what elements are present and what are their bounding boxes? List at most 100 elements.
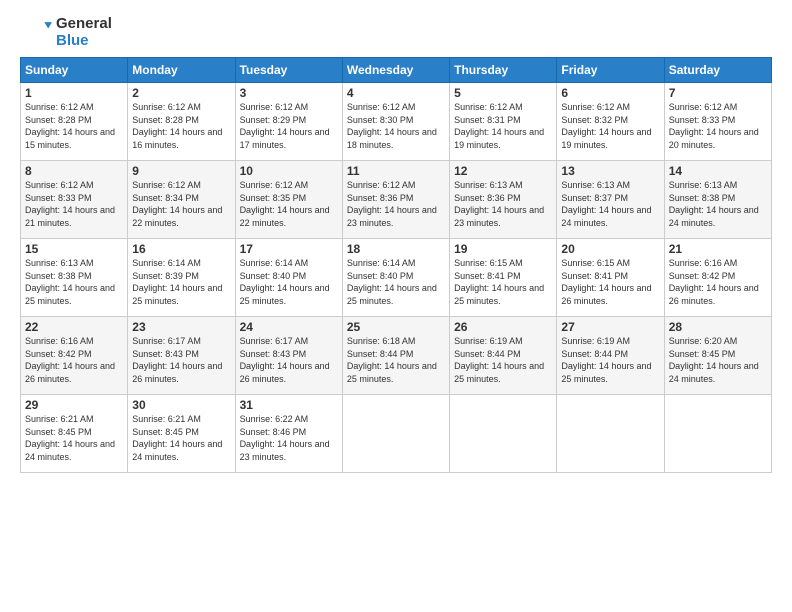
calendar-cell: 4 Sunrise: 6:12 AMSunset: 8:30 PMDayligh… [342, 83, 449, 161]
day-info: Sunrise: 6:12 AMSunset: 8:33 PMDaylight:… [25, 179, 123, 229]
calendar-cell: 19 Sunrise: 6:15 AMSunset: 8:41 PMDaylig… [450, 239, 557, 317]
calendar-week-3: 15 Sunrise: 6:13 AMSunset: 8:38 PMDaylig… [21, 239, 772, 317]
calendar-cell [342, 395, 449, 473]
day-number: 27 [561, 320, 659, 334]
day-number: 1 [25, 86, 123, 100]
day-info: Sunrise: 6:17 AMSunset: 8:43 PMDaylight:… [132, 335, 230, 385]
day-number: 3 [240, 86, 338, 100]
calendar-header-wednesday: Wednesday [342, 58, 449, 83]
day-number: 23 [132, 320, 230, 334]
day-number: 29 [25, 398, 123, 412]
calendar-header-row: SundayMondayTuesdayWednesdayThursdayFrid… [21, 58, 772, 83]
day-number: 25 [347, 320, 445, 334]
day-info: Sunrise: 6:13 AMSunset: 8:36 PMDaylight:… [454, 179, 552, 229]
calendar-cell: 11 Sunrise: 6:12 AMSunset: 8:36 PMDaylig… [342, 161, 449, 239]
day-number: 13 [561, 164, 659, 178]
calendar-cell: 7 Sunrise: 6:12 AMSunset: 8:33 PMDayligh… [664, 83, 771, 161]
day-number: 14 [669, 164, 767, 178]
day-info: Sunrise: 6:12 AMSunset: 8:28 PMDaylight:… [25, 101, 123, 151]
calendar-cell: 24 Sunrise: 6:17 AMSunset: 8:43 PMDaylig… [235, 317, 342, 395]
day-info: Sunrise: 6:15 AMSunset: 8:41 PMDaylight:… [561, 257, 659, 307]
calendar-cell [557, 395, 664, 473]
calendar-cell: 23 Sunrise: 6:17 AMSunset: 8:43 PMDaylig… [128, 317, 235, 395]
calendar-cell: 29 Sunrise: 6:21 AMSunset: 8:45 PMDaylig… [21, 395, 128, 473]
day-info: Sunrise: 6:20 AMSunset: 8:45 PMDaylight:… [669, 335, 767, 385]
header: General Blue [20, 16, 772, 49]
day-info: Sunrise: 6:16 AMSunset: 8:42 PMDaylight:… [25, 335, 123, 385]
day-number: 26 [454, 320, 552, 334]
day-info: Sunrise: 6:14 AMSunset: 8:40 PMDaylight:… [347, 257, 445, 307]
day-number: 21 [669, 242, 767, 256]
day-info: Sunrise: 6:12 AMSunset: 8:28 PMDaylight:… [132, 101, 230, 151]
calendar-cell: 25 Sunrise: 6:18 AMSunset: 8:44 PMDaylig… [342, 317, 449, 395]
day-info: Sunrise: 6:13 AMSunset: 8:38 PMDaylight:… [669, 179, 767, 229]
day-number: 24 [240, 320, 338, 334]
calendar-cell: 21 Sunrise: 6:16 AMSunset: 8:42 PMDaylig… [664, 239, 771, 317]
calendar-cell: 27 Sunrise: 6:19 AMSunset: 8:44 PMDaylig… [557, 317, 664, 395]
calendar-week-1: 1 Sunrise: 6:12 AMSunset: 8:28 PMDayligh… [21, 83, 772, 161]
calendar-header-sunday: Sunday [21, 58, 128, 83]
day-info: Sunrise: 6:14 AMSunset: 8:40 PMDaylight:… [240, 257, 338, 307]
calendar-week-2: 8 Sunrise: 6:12 AMSunset: 8:33 PMDayligh… [21, 161, 772, 239]
calendar-cell: 2 Sunrise: 6:12 AMSunset: 8:28 PMDayligh… [128, 83, 235, 161]
calendar-cell [664, 395, 771, 473]
day-number: 10 [240, 164, 338, 178]
calendar-cell: 31 Sunrise: 6:22 AMSunset: 8:46 PMDaylig… [235, 395, 342, 473]
calendar-cell: 18 Sunrise: 6:14 AMSunset: 8:40 PMDaylig… [342, 239, 449, 317]
calendar-cell: 9 Sunrise: 6:12 AMSunset: 8:34 PMDayligh… [128, 161, 235, 239]
calendar-cell: 10 Sunrise: 6:12 AMSunset: 8:35 PMDaylig… [235, 161, 342, 239]
calendar-week-4: 22 Sunrise: 6:16 AMSunset: 8:42 PMDaylig… [21, 317, 772, 395]
calendar-cell: 30 Sunrise: 6:21 AMSunset: 8:45 PMDaylig… [128, 395, 235, 473]
page: General Blue SundayMondayTuesdayWednesda… [0, 0, 792, 612]
day-number: 7 [669, 86, 767, 100]
day-info: Sunrise: 6:12 AMSunset: 8:31 PMDaylight:… [454, 101, 552, 151]
calendar: SundayMondayTuesdayWednesdayThursdayFrid… [20, 57, 772, 473]
calendar-cell: 13 Sunrise: 6:13 AMSunset: 8:37 PMDaylig… [557, 161, 664, 239]
calendar-week-5: 29 Sunrise: 6:21 AMSunset: 8:45 PMDaylig… [21, 395, 772, 473]
day-number: 4 [347, 86, 445, 100]
calendar-cell: 22 Sunrise: 6:16 AMSunset: 8:42 PMDaylig… [21, 317, 128, 395]
calendar-cell: 28 Sunrise: 6:20 AMSunset: 8:45 PMDaylig… [664, 317, 771, 395]
day-info: Sunrise: 6:12 AMSunset: 8:36 PMDaylight:… [347, 179, 445, 229]
calendar-cell: 15 Sunrise: 6:13 AMSunset: 8:38 PMDaylig… [21, 239, 128, 317]
calendar-cell: 3 Sunrise: 6:12 AMSunset: 8:29 PMDayligh… [235, 83, 342, 161]
day-info: Sunrise: 6:12 AMSunset: 8:29 PMDaylight:… [240, 101, 338, 151]
calendar-cell: 12 Sunrise: 6:13 AMSunset: 8:36 PMDaylig… [450, 161, 557, 239]
calendar-cell: 8 Sunrise: 6:12 AMSunset: 8:33 PMDayligh… [21, 161, 128, 239]
day-number: 20 [561, 242, 659, 256]
day-info: Sunrise: 6:19 AMSunset: 8:44 PMDaylight:… [454, 335, 552, 385]
calendar-cell: 6 Sunrise: 6:12 AMSunset: 8:32 PMDayligh… [557, 83, 664, 161]
logo-text: General Blue [56, 16, 112, 49]
day-number: 28 [669, 320, 767, 334]
day-number: 9 [132, 164, 230, 178]
day-info: Sunrise: 6:17 AMSunset: 8:43 PMDaylight:… [240, 335, 338, 385]
calendar-cell: 1 Sunrise: 6:12 AMSunset: 8:28 PMDayligh… [21, 83, 128, 161]
calendar-cell: 26 Sunrise: 6:19 AMSunset: 8:44 PMDaylig… [450, 317, 557, 395]
calendar-cell: 20 Sunrise: 6:15 AMSunset: 8:41 PMDaylig… [557, 239, 664, 317]
logo-general: General [56, 16, 112, 33]
day-number: 12 [454, 164, 552, 178]
day-number: 16 [132, 242, 230, 256]
day-info: Sunrise: 6:12 AMSunset: 8:34 PMDaylight:… [132, 179, 230, 229]
day-info: Sunrise: 6:21 AMSunset: 8:45 PMDaylight:… [25, 413, 123, 463]
day-info: Sunrise: 6:22 AMSunset: 8:46 PMDaylight:… [240, 413, 338, 463]
day-number: 5 [454, 86, 552, 100]
day-info: Sunrise: 6:12 AMSunset: 8:33 PMDaylight:… [669, 101, 767, 151]
logo-blue: Blue [56, 33, 112, 50]
day-number: 30 [132, 398, 230, 412]
day-number: 11 [347, 164, 445, 178]
day-info: Sunrise: 6:13 AMSunset: 8:37 PMDaylight:… [561, 179, 659, 229]
logo-svg [20, 17, 52, 49]
day-info: Sunrise: 6:13 AMSunset: 8:38 PMDaylight:… [25, 257, 123, 307]
calendar-header-saturday: Saturday [664, 58, 771, 83]
calendar-cell: 17 Sunrise: 6:14 AMSunset: 8:40 PMDaylig… [235, 239, 342, 317]
calendar-cell: 14 Sunrise: 6:13 AMSunset: 8:38 PMDaylig… [664, 161, 771, 239]
day-number: 2 [132, 86, 230, 100]
calendar-header-thursday: Thursday [450, 58, 557, 83]
day-info: Sunrise: 6:12 AMSunset: 8:35 PMDaylight:… [240, 179, 338, 229]
day-info: Sunrise: 6:12 AMSunset: 8:32 PMDaylight:… [561, 101, 659, 151]
day-info: Sunrise: 6:18 AMSunset: 8:44 PMDaylight:… [347, 335, 445, 385]
day-info: Sunrise: 6:21 AMSunset: 8:45 PMDaylight:… [132, 413, 230, 463]
day-number: 31 [240, 398, 338, 412]
logo: General Blue [20, 16, 112, 49]
